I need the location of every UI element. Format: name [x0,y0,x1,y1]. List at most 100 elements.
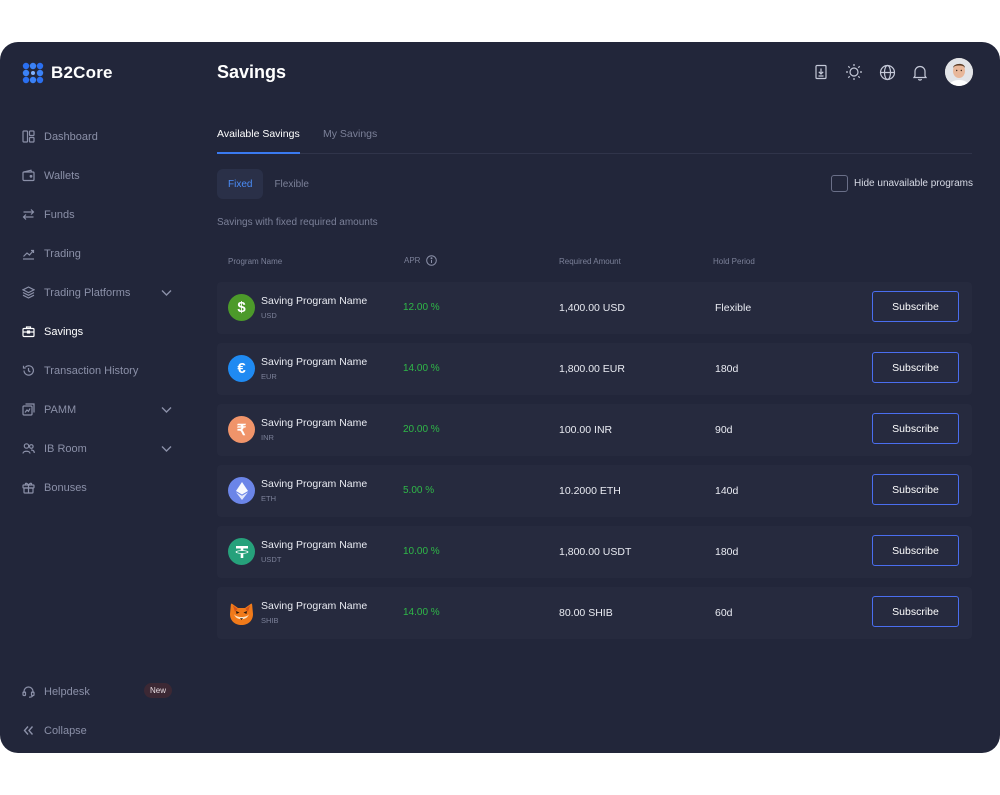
program-apr: 14.00 % [403,363,440,374]
sidebar-item-label: Transaction History [44,364,139,377]
table-row: Saving Program Name SHIB 14.00 % 80.00 S… [217,587,972,639]
sidebar-collapse[interactable]: Collapse [0,711,196,750]
program-amount: 1,800.00 USDT [559,546,632,558]
section-description: Savings with fixed required amounts [217,217,378,228]
sidebar-item-label: Funds [44,208,75,221]
column-required-amount: Required Amount [559,257,621,266]
subtab-fixed[interactable]: Fixed [217,169,264,199]
headset-icon [22,685,35,698]
subscribe-button[interactable]: Subscribe [872,291,959,322]
hide-unavailable-toggle[interactable]: Hide unavailable programs [831,175,973,192]
sidebar-nav: Dashboard Wallets Funds Trading Trading … [0,117,196,507]
program-name: Saving Program Name [261,417,368,429]
program-amount: 10.2000 ETH [559,485,621,497]
column-hold-period: Hold Period [713,257,755,266]
table-row: Saving Program Name ETH 5.00 % 10.2000 E… [217,465,972,517]
sidebar-item-dashboard[interactable]: Dashboard [0,117,196,156]
history-icon [22,364,35,377]
table-row: ₹ Saving Program Name INR 20.00 % 100.00… [217,404,972,456]
program-currency: EUR [261,372,277,381]
program-hold-period: 90d [715,424,733,436]
sidebar-item-label: Trading [44,247,81,260]
table-row: Saving Program Name USDT 10.00 % 1,800.0… [217,526,972,578]
sidebar-item-helpdesk[interactable]: Helpdesk New [0,672,196,711]
b2core-logo-icon [22,62,44,84]
header-toolbar [799,58,973,86]
sidebar-item-label: Helpdesk [44,685,90,698]
savings-tabs: Available Savings My Savings [217,127,972,154]
hide-unavailable-checkbox[interactable] [831,175,849,192]
program-currency: SHIB [261,616,279,625]
sidebar-item-transaction-history[interactable]: Transaction History [0,351,196,390]
program-name: Saving Program Name [261,539,368,551]
gift-icon [22,481,35,494]
program-amount: 80.00 SHIB [559,607,613,619]
subscribe-button[interactable]: Subscribe [872,474,959,505]
program-apr: 20.00 % [403,424,440,435]
program-hold-period: 140d [715,485,739,497]
subtab-flexible[interactable]: Flexible [263,169,319,199]
usdt-coin-icon [228,538,255,565]
sidebar-item-bonuses[interactable]: Bonuses [0,468,196,507]
program-name: Saving Program Name [261,295,368,307]
transfer-icon [22,208,35,221]
sidebar-item-label: Collapse [44,724,87,737]
subscribe-button[interactable]: Subscribe [872,413,959,444]
column-program-name: Program Name [228,257,283,266]
program-name: Saving Program Name [261,600,368,612]
sidebar-bottom: Helpdesk New Collapse [0,672,196,750]
bell-icon[interactable] [909,61,931,83]
main-content: Savings Available Savings My Savings Fix… [217,42,973,753]
program-hold-period: 60d [715,607,733,619]
new-badge: New [144,683,173,698]
program-type-switch: Fixed Flexible [217,169,320,199]
sidebar-item-ib-room[interactable]: IB Room [0,429,196,468]
info-icon[interactable] [426,255,438,266]
sidebar-item-pamm[interactable]: PAMM [0,390,196,429]
tab-available-savings[interactable]: Available Savings [217,128,300,154]
pamm-icon [22,403,35,416]
chevron-down-icon[interactable] [160,442,173,455]
sidebar-item-trading-platforms[interactable]: Trading Platforms [0,273,196,312]
sidebar-item-label: Trading Platforms [44,286,131,299]
double-chevron-left-icon [22,724,35,737]
program-amount: 100.00 INR [559,424,613,436]
sidebar-item-label: Dashboard [44,130,98,143]
eur-coin-icon: € [228,355,255,382]
sidebar-item-savings[interactable]: Savings [0,312,196,351]
program-amount: 1,400.00 USD [559,302,625,314]
users-icon [22,442,35,455]
globe-icon[interactable] [876,61,898,83]
page-title: Savings [217,62,287,82]
subscribe-button[interactable]: Subscribe [872,596,959,627]
app-window: B2Core Dashboard Wallets Funds Trading T… [0,42,1000,753]
program-apr: 14.00 % [403,607,440,618]
program-currency: INR [261,433,274,442]
chevron-down-icon[interactable] [160,286,173,299]
sidebar-item-trading[interactable]: Trading [0,234,196,273]
chevron-down-icon[interactable] [160,403,173,416]
inr-coin-icon: ₹ [228,416,255,443]
avatar[interactable] [945,58,973,86]
program-apr: 10.00 % [403,546,440,557]
download-icon[interactable] [810,61,832,83]
sidebar-item-label: IB Room [44,442,87,455]
sidebar-item-label: Wallets [44,169,80,182]
program-name: Saving Program Name [261,356,368,368]
wallet-icon [22,169,35,182]
app-name: B2Core [51,63,113,82]
subscribe-button[interactable]: Subscribe [872,352,959,383]
layers-icon [22,286,35,299]
shib-coin-icon [228,599,255,626]
tab-my-savings[interactable]: My Savings [323,128,377,153]
dashboard-icon [22,130,35,143]
program-currency: USDT [261,555,282,564]
sidebar-item-funds[interactable]: Funds [0,195,196,234]
subscribe-button[interactable]: Subscribe [872,535,959,566]
sun-icon[interactable] [843,61,865,83]
table-row: $ Saving Program Name USD 12.00 % 1,400.… [217,282,972,334]
logo[interactable]: B2Core [22,62,113,84]
savings-table-body: $ Saving Program Name USD 12.00 % 1,400.… [217,282,972,648]
sidebar-item-wallets[interactable]: Wallets [0,156,196,195]
program-name: Saving Program Name [261,478,368,490]
